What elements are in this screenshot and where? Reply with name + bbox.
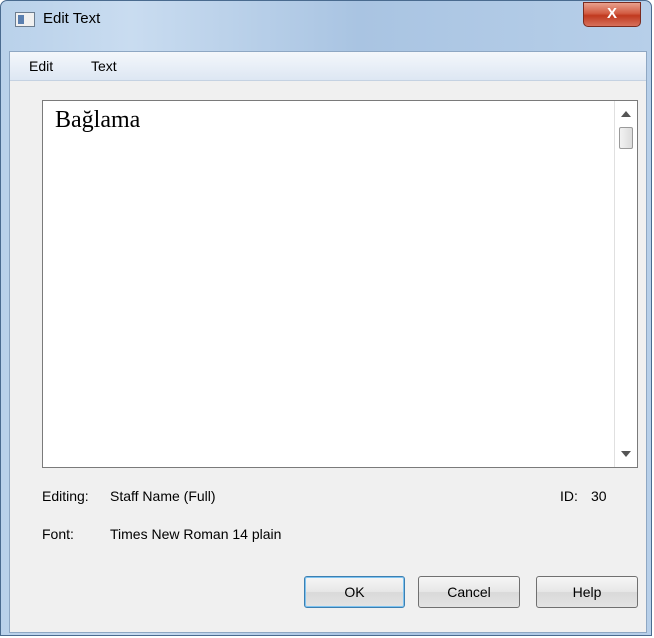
window-title: Edit Text <box>43 10 101 27</box>
dialog-client-area: Edit Text Bağlama Editing: Staff Name (F… <box>9 51 647 633</box>
arrow-up-icon[interactable] <box>621 111 631 117</box>
close-icon: X <box>606 5 617 22</box>
menu-edit[interactable]: Edit <box>29 58 53 74</box>
scrollbar-thumb[interactable] <box>619 127 633 149</box>
id-value: 30 <box>591 488 607 504</box>
arrow-down-icon[interactable] <box>621 451 631 457</box>
font-label: Font: <box>42 526 74 542</box>
edit-text-dialog: Edit Text X Edit Text Bağlama Editing: S… <box>0 0 652 636</box>
vertical-scrollbar[interactable] <box>614 101 637 467</box>
title-bar[interactable]: Edit Text X <box>1 1 653 41</box>
editor-content[interactable]: Bağlama <box>55 107 140 134</box>
cancel-button[interactable]: Cancel <box>418 576 520 608</box>
editing-value: Staff Name (Full) <box>110 488 216 504</box>
help-button[interactable]: Help <box>536 576 638 608</box>
menu-text[interactable]: Text <box>91 58 117 74</box>
id-label: ID: <box>560 488 578 504</box>
window-icon <box>15 12 35 27</box>
editing-label: Editing: <box>42 488 89 504</box>
ok-button[interactable]: OK <box>304 576 405 608</box>
text-editor[interactable]: Bağlama <box>42 100 638 468</box>
menu-bar: Edit Text <box>10 52 646 81</box>
close-button[interactable]: X <box>583 2 641 27</box>
font-value: Times New Roman 14 plain <box>110 526 282 542</box>
